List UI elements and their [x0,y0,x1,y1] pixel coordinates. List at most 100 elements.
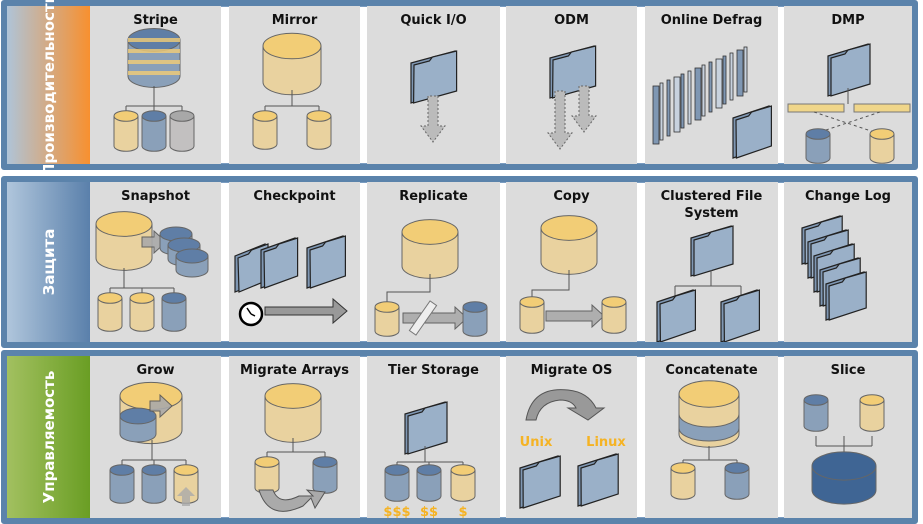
disk-icon [540,215,598,275]
folder-icon [306,235,346,289]
disk-icon [169,110,195,152]
disk-icon [129,292,155,332]
feature-tile-defrag: Online Defrag [645,6,778,164]
tile-label: Linux [586,435,626,450]
disk-icon [859,394,885,432]
arrow-icon [264,297,348,325]
disk-icon [161,292,187,332]
disk-icon [869,128,895,164]
feature-tile-copy: Copy [506,182,637,342]
disk-icon [462,301,488,337]
disk-icon [141,110,167,152]
feature-title: DMP [831,13,865,28]
grow-illustration [109,381,199,506]
feature-title: Change Log [805,189,891,204]
folder-icon [690,225,734,277]
folder-icon [404,401,448,455]
arrow-down-icon [571,85,597,133]
stripe-illustration [113,28,195,152]
disk-icon [254,456,280,494]
quickio-illustration [410,50,458,143]
category-label: Производительность [7,0,90,176]
feature-title: Migrate OS [530,363,613,378]
concat-illustration [670,380,750,500]
category-row-1: Производительность Stripe Mirror Quick I/O O… [1,0,918,176]
category-label: Защита [7,182,90,342]
disk-icon [252,110,278,150]
feature-tile-migratearrays: Migrate Arrays [229,356,360,518]
defrag-illustration [652,46,772,159]
feature-title: Mirror [271,13,318,28]
migratearrays-illustration [254,383,338,512]
category-row-3: Управляемость Grow Migrate Arrays $$$ $$ $ Tie… [1,350,918,524]
tile-label: $$ [420,505,438,518]
checkpoint-illustration [234,235,348,327]
feature-title: ODM [554,13,589,28]
folder-icon [519,455,561,509]
tile-label: $$$ [383,505,410,518]
snapshot-illustration [95,211,209,332]
disk-icon [127,28,181,88]
feature-title: Clustered File System [660,189,763,221]
folder-icon [410,50,458,104]
curved-arrow-icon [525,389,606,421]
disk-icon [374,301,400,337]
disk-icon [113,110,139,152]
disk-icon [450,464,476,502]
folder-icon [827,43,871,97]
disk-icon [141,464,167,504]
disk-icon [306,110,332,150]
mirror-illustration [252,32,332,150]
disk-icon [175,248,209,278]
tile-label: $ [458,505,467,518]
category-label-text: Управляемость [39,370,58,504]
feature-title: Concatenate [665,363,758,378]
changelog-illustration [801,215,867,321]
feature-tile-stripe: Stripe [90,6,221,164]
feature-title: Quick I/O [400,13,467,28]
feature-title: Tier Storage [388,363,479,378]
disk-icon [601,296,627,334]
feature-tile-mirror: Mirror [229,6,360,164]
arrow-down-icon [420,95,446,143]
replicate-illustration [374,219,488,337]
disk-icon [109,464,135,504]
slice-illustration [803,394,885,505]
feature-tile-cfs: Clustered File System [645,182,778,342]
odm-illustration [547,45,597,150]
migrateos-illustration: Unix Linux [519,389,626,509]
tile-label: Unix [520,435,553,450]
feature-title: Grow [136,363,175,378]
folder-icon [656,289,696,342]
feature-title: Stripe [133,13,178,28]
feature-tile-replicate: Replicate [367,182,500,342]
dmp-illustration [787,43,911,164]
arrow-down-icon [547,90,573,150]
category-label-text: Защита [39,228,58,296]
feature-title: Copy [553,189,590,204]
feature-tile-grow: Grow [90,356,221,518]
connector-lines [815,436,873,447]
disk-icon [119,407,157,443]
feature-tile-migrateos: Unix Linux Migrate OS [506,356,637,518]
category-label-text: Производительность [39,0,58,177]
tier-illustration: $$$ $$ $ [383,401,476,518]
disk-icon [97,292,123,332]
disk-icon [724,462,750,500]
category-row-2: Защита Snapshot Checkpoint Replicate Copy Clu… [1,176,918,348]
copy-illustration [519,215,627,334]
feature-tile-checkpoint: Checkpoint [229,182,360,342]
feature-title: Online Defrag [660,13,763,28]
disk-icon [805,128,831,164]
feature-tile-quickio: Quick I/O [367,6,500,164]
folder-icon [720,289,760,342]
arrow-icon [545,303,605,329]
disk-icon [401,219,459,279]
disk-icon [384,464,410,502]
feature-tile-tier: $$$ $$ $ Tier Storage [367,356,500,518]
feature-tile-concat: Concatenate [645,356,778,518]
feature-tile-snapshot: Snapshot [90,182,221,342]
folder-icon [577,453,619,507]
feature-title: Replicate [399,189,468,204]
feature-title: Migrate Arrays [240,363,349,378]
